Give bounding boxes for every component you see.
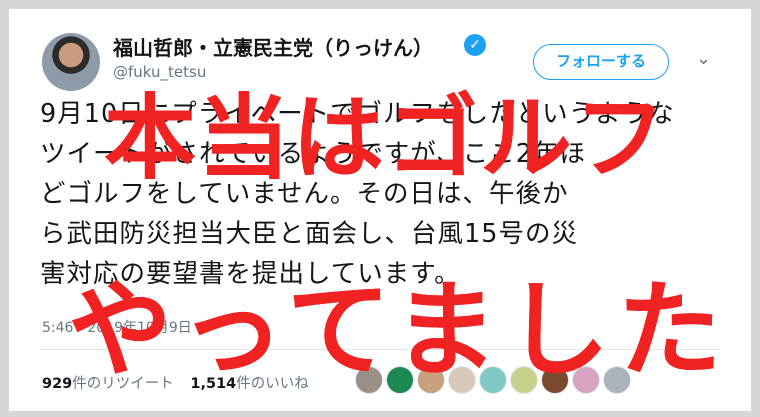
overlay-caption-line1: 本当はゴルフ	[104, 85, 669, 192]
chevron-down-icon[interactable]: ⌄	[696, 48, 711, 69]
author-name[interactable]: 福山哲郎・立憲民主党（りっけん）	[113, 32, 433, 61]
author-avatar[interactable]	[42, 33, 100, 91]
verified-badge-icon: ✓	[464, 34, 486, 56]
overlay-caption-line2: やってました	[68, 269, 730, 391]
